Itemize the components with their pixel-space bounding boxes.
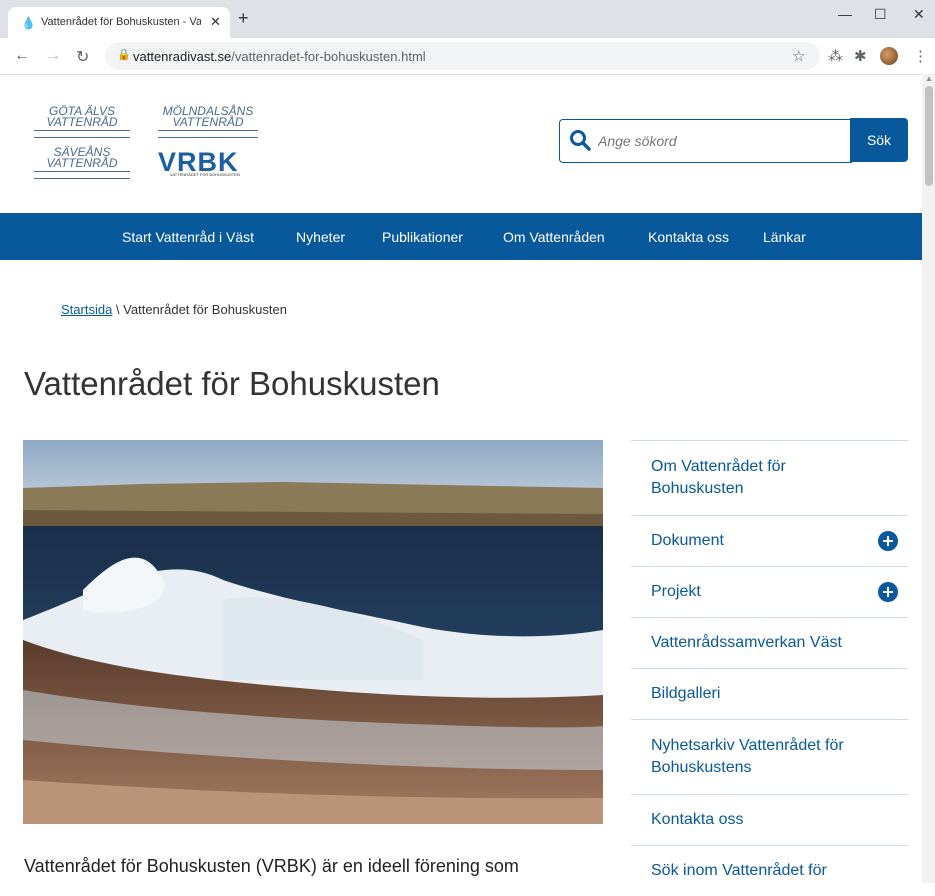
url-text: vattenradivast.se/vattenradet-for-bohusk…	[133, 49, 426, 64]
nav-item-publikationer[interactable]: Publikationer	[382, 229, 463, 245]
browser-tabbar: 💧 Vattenrådet för Bohuskusten - Va ✕ + —…	[0, 0, 935, 38]
profile-avatar[interactable]	[880, 47, 898, 65]
sidenav-item-label: Projekt	[651, 583, 701, 600]
saveans-logo-text: SÄVEÅNS VATTENRÅD	[46, 145, 118, 170]
nav-item-lankar[interactable]: Länkar	[763, 229, 806, 245]
minimize-icon[interactable]: —	[838, 6, 852, 22]
sidenav-item-bildgalleri[interactable]: Bildgalleri	[631, 668, 908, 719]
sidenav-item-label: Sök inom Vattenrådet för	[651, 862, 827, 879]
sidenav-item-label: Kontakta oss	[651, 811, 744, 828]
breadcrumb-home-link[interactable]: Startsida	[61, 302, 112, 317]
intro-text: Vattenrådet för Bohuskusten (VRBK) är en…	[24, 856, 519, 876]
bookmark-star-icon[interactable]: ☆	[792, 47, 805, 65]
waves-icon	[34, 130, 130, 138]
breadcrumb-current: Vattenrådet för Bohuskusten	[123, 302, 287, 317]
expand-plus-icon[interactable]	[878, 582, 898, 602]
gota-alvs-logo-text: GÖTA ÄLVS VATTENRÅD	[46, 104, 118, 129]
close-window-icon[interactable]: ✕	[913, 6, 925, 23]
forward-icon[interactable]: →	[45, 47, 61, 65]
url-domain: vattenradivast.se	[133, 49, 232, 64]
sidenav-item-label: Om Vattenrådet för Bohuskusten	[651, 458, 786, 497]
page-title: Vattenrådet för Bohuskusten	[24, 365, 440, 402]
sidenav-item-kontakta-oss[interactable]: Kontakta oss	[631, 794, 908, 845]
scroll-thumb[interactable]	[925, 86, 933, 186]
tab-title: Vattenrådet för Bohuskusten - Va	[41, 16, 201, 28]
nav-item-kontakta-oss[interactable]: Kontakta oss	[648, 229, 729, 245]
back-icon[interactable]: ←	[14, 47, 30, 65]
nav-item-start[interactable]: Start Vattenråd i Väst	[122, 229, 254, 245]
sidenav-item-om-vattenradet[interactable]: Om Vattenrådet för Bohuskusten	[631, 440, 908, 515]
search-input[interactable]	[596, 131, 840, 151]
url-path: /vattenradet-for-bohuskusten.html	[231, 49, 426, 64]
menu-dots-icon[interactable]: ⋮	[913, 47, 928, 65]
breadcrumb: Startsida \ Vattenrådet för Bohuskusten	[61, 302, 287, 317]
water-drop-favicon-icon: 💧	[21, 16, 36, 30]
browser-tab[interactable]: 💧 Vattenrådet för Bohuskusten - Va ✕	[8, 7, 230, 38]
page-scrollbar[interactable]: ▲	[922, 74, 935, 883]
vrbk-logo-subtitle: VATTENRÅDET FÖR BOHUSKUSTEN	[170, 172, 240, 177]
maximize-icon[interactable]: ☐	[874, 6, 887, 23]
waves-icon	[34, 171, 130, 179]
scroll-up-icon[interactable]: ▲	[925, 74, 933, 83]
expand-plus-icon[interactable]	[878, 531, 898, 551]
nav-item-nyheter[interactable]: Nyheter	[296, 229, 345, 245]
main-navigation: Start Vattenråd i Väst Nyheter Publikati…	[0, 213, 922, 260]
gota-alvs-logo[interactable]: GÖTA ÄLVS VATTENRÅD	[34, 104, 130, 138]
molndalsans-logo[interactable]: MÖLNDALSÅNS VATTENRÅD	[158, 104, 258, 138]
side-navigation: Om Vattenrådet för Bohuskusten Dokument …	[631, 440, 908, 896]
sidenav-item-label: Vattenrådssamverkan Väst	[651, 634, 842, 651]
browser-toolbar: ← → ↻ 🔒 vattenradivast.se/vattenradet-fo…	[0, 38, 935, 75]
sidenav-item-label: Bildgalleri	[651, 685, 721, 702]
nav-item-om-vattenraden[interactable]: Om Vattenråden	[503, 229, 605, 245]
saveans-logo[interactable]: SÄVEÅNS VATTENRÅD	[34, 145, 130, 179]
new-tab-icon[interactable]: +	[238, 9, 249, 27]
sidenav-item-sok-inom[interactable]: Sök inom Vattenrådet för	[631, 845, 908, 896]
lock-icon: 🔒	[117, 49, 131, 61]
molndalsans-logo-text: MÖLNDALSÅNS VATTENRÅD	[162, 104, 254, 129]
reload-icon[interactable]: ↻	[76, 47, 89, 67]
search-box	[559, 119, 852, 163]
extension-icon[interactable]: ⁂	[828, 47, 843, 65]
sidenav-item-label: Nyhetsarkiv Vattenrådet för Bohuskustens	[651, 737, 844, 776]
close-tab-icon[interactable]: ✕	[210, 14, 221, 30]
address-bar[interactable]: 🔒 vattenradivast.se/vattenradet-for-bohu…	[105, 42, 820, 70]
sidenav-item-label: Dokument	[651, 532, 724, 549]
sidenav-item-projekt[interactable]: Projekt	[631, 566, 908, 617]
sidenav-item-dokument[interactable]: Dokument	[631, 515, 908, 566]
sidenav-item-vattenradssamverkan[interactable]: Vattenrådssamverkan Väst	[631, 617, 908, 668]
sidenav-item-nyhetsarkiv[interactable]: Nyhetsarkiv Vattenrådet för Bohuskustens	[631, 719, 908, 794]
search-icon	[570, 130, 591, 151]
waves-icon	[158, 130, 258, 138]
hero-wave-image	[23, 440, 603, 824]
search-button[interactable]: Sök	[850, 118, 908, 162]
breadcrumb-separator: \	[112, 302, 124, 317]
puzzle-extensions-icon[interactable]: ✱	[854, 47, 867, 65]
